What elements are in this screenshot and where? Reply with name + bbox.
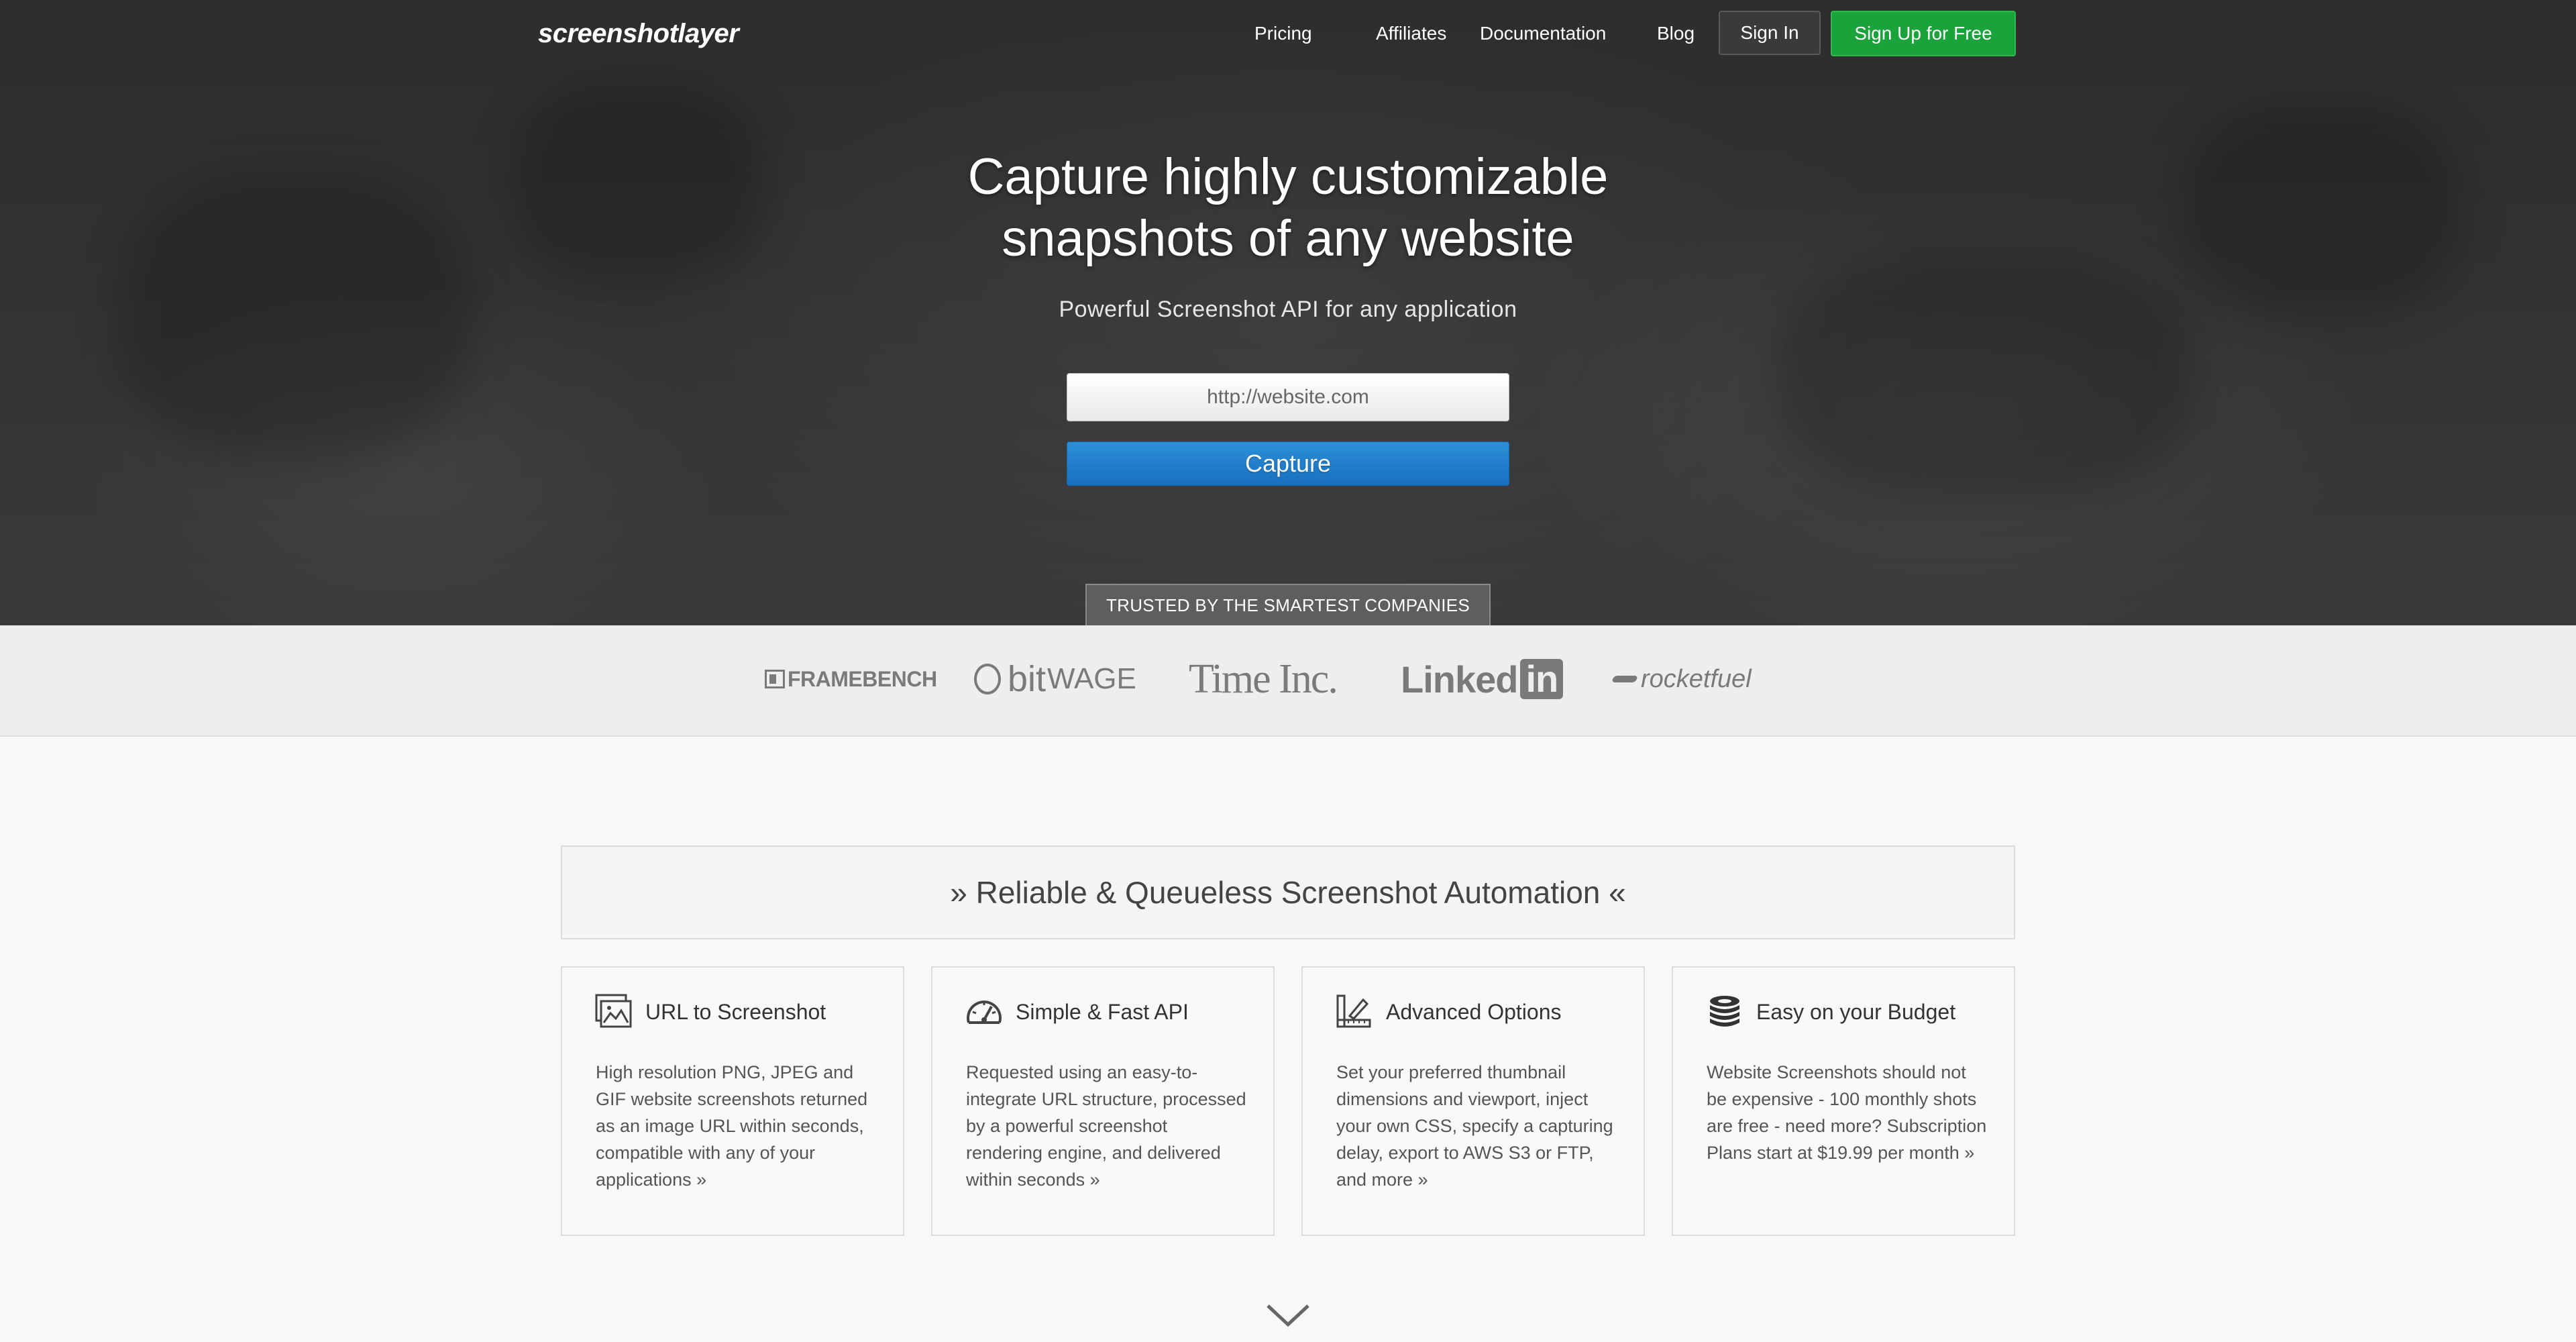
linkedin-logo: Linked in [1401, 652, 1564, 706]
hero-title-line1: Capture highly customizable [967, 148, 1609, 205]
capture-button[interactable]: Capture [1067, 442, 1509, 486]
trusted-label: TRUSTED BY THE SMARTEST COMPANIES [1085, 584, 1491, 625]
framebench-logo: FRAMEBENCH [765, 652, 937, 706]
linkedin-text: Linked [1401, 658, 1518, 701]
feature-card-header: URL to Screenshot [594, 993, 826, 1031]
hero-subtitle: Powerful Screenshot API for any applicat… [1059, 297, 1517, 322]
image-icon [594, 993, 633, 1031]
feature-card-title: Simple & Fast API [1016, 999, 1189, 1024]
site-logo[interactable]: screenshotlayer [538, 19, 739, 49]
feature-card-simple-fast-api[interactable]: Simple & Fast API Requested using an eas… [931, 966, 1275, 1236]
sign-in-button[interactable]: Sign In [1719, 11, 1821, 55]
scroll-down-chevron-icon[interactable] [1265, 1302, 1311, 1329]
nav-link-pricing[interactable]: Pricing [1254, 23, 1312, 44]
nav-link-affiliates[interactable]: Affiliates [1376, 23, 1446, 44]
top-nav: screenshotlayer Pricing Affiliates Docum… [0, 0, 2576, 67]
bitwage-logo: bit WAGE [974, 652, 1136, 706]
rocketfuel-icon [1611, 676, 1638, 682]
feature-card-text: Website Screenshots should not be expens… [1707, 1062, 1987, 1163]
feature-card-title: URL to Screenshot [645, 999, 826, 1024]
feature-card-text: Requested using an easy-to-integrate URL… [966, 1062, 1246, 1190]
timeinc-logo: Time Inc. [1189, 656, 1338, 702]
background-shape [510, 81, 765, 282]
hero-title: Capture highly customizable snapshots of… [751, 146, 1825, 270]
feature-card-text: High resolution PNG, JPEG and GIF websit… [596, 1062, 868, 1190]
framebench-icon [765, 670, 785, 688]
design-tools-icon [1335, 993, 1374, 1031]
bitwage-icon [974, 664, 1001, 694]
feature-card-title: Advanced Options [1386, 999, 1562, 1024]
client-logos-strip: FRAMEBENCH bit WAGE Time Inc. Linked in … [0, 625, 2576, 737]
rocketfuel-logo: rocketfuel [1611, 652, 1752, 706]
feature-card-easy-on-budget[interactable]: Easy on your Budget Website Screenshots … [1672, 966, 2015, 1236]
hero-section: screenshotlayer Pricing Affiliates Docum… [0, 0, 2576, 625]
feature-card-url-to-screenshot[interactable]: URL to Screenshot High resolution PNG, J… [561, 966, 904, 1236]
rocketfuel-text: rocketfuel [1641, 664, 1752, 693]
hero-title-line2: snapshots of any website [1002, 210, 1574, 267]
feature-card-header: Easy on your Budget [1705, 993, 1955, 1031]
features-banner: » Reliable & Queueless Screenshot Automa… [561, 845, 2015, 939]
linkedin-in-box: in [1520, 659, 1564, 699]
bitwage-bit-text: bit [1008, 659, 1046, 699]
nav-link-documentation[interactable]: Documentation [1480, 23, 1606, 44]
background-shape [121, 174, 470, 456]
bitwage-wage-text: WAGE [1047, 662, 1136, 695]
feature-card-header: Simple & Fast API [965, 993, 1189, 1031]
background-shape [1778, 255, 2194, 497]
framebench-text: FRAMEBENCH [788, 666, 937, 691]
url-input[interactable] [1067, 373, 1509, 421]
feature-card-text: Set your preferred thumbnail dimensions … [1336, 1062, 1613, 1190]
background-shape [2180, 101, 2462, 315]
feature-card-header: Advanced Options [1335, 993, 1562, 1031]
nav-link-blog[interactable]: Blog [1657, 23, 1695, 44]
feature-card-advanced-options[interactable]: Advanced Options Set your preferred thum… [1301, 966, 1645, 1236]
coins-icon [1705, 993, 1744, 1031]
speedometer-icon [965, 993, 1004, 1031]
feature-card-title: Easy on your Budget [1756, 999, 1956, 1024]
sign-up-button[interactable]: Sign Up for Free [1831, 11, 2016, 56]
